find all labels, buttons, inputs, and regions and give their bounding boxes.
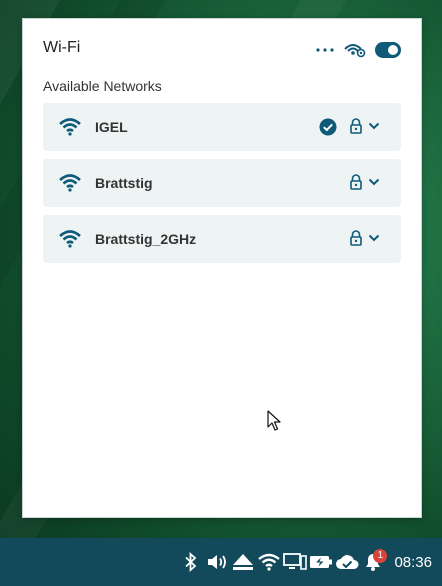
- chevron-down-icon[interactable]: [367, 231, 381, 245]
- notification-bell-icon[interactable]: 1: [360, 538, 388, 586]
- network-item-brattstig-2ghz[interactable]: Brattstig_2GHz: [43, 215, 401, 263]
- wifi-panel: Wi-Fi Available Networks IGEL Brattstig …: [22, 18, 422, 518]
- taskbar: 1 08:36: [0, 538, 442, 586]
- display-icon[interactable]: [282, 538, 308, 586]
- network-list: IGEL Brattstig Brattstig_2GHz: [43, 103, 401, 271]
- network-item-brattstig[interactable]: Brattstig: [43, 159, 401, 207]
- network-name: Brattstig: [95, 175, 153, 191]
- wifi-icon[interactable]: [256, 538, 282, 586]
- eject-icon[interactable]: [230, 538, 256, 586]
- cloud-check-icon[interactable]: [334, 538, 360, 586]
- lock-icon: [350, 118, 362, 134]
- header-actions: [315, 39, 401, 61]
- network-name: Brattstig_2GHz: [95, 231, 197, 247]
- chevron-down-icon[interactable]: [367, 119, 381, 133]
- mouse-cursor-icon: [267, 410, 281, 431]
- lock-icon: [350, 230, 362, 246]
- panel-header: Wi-Fi: [43, 39, 401, 61]
- available-networks-label: Available Networks: [43, 78, 162, 94]
- notification-count-badge: 1: [373, 549, 388, 563]
- bluetooth-icon[interactable]: [178, 538, 204, 586]
- wifi-settings-icon[interactable]: [343, 39, 367, 61]
- battery-icon[interactable]: [308, 538, 334, 586]
- lock-icon: [350, 174, 362, 190]
- wifi-toggle[interactable]: [375, 42, 401, 58]
- volume-icon[interactable]: [204, 538, 230, 586]
- network-item-igel[interactable]: IGEL: [43, 103, 401, 151]
- clock[interactable]: 08:36: [386, 554, 442, 571]
- network-name: IGEL: [95, 119, 128, 135]
- wifi-signal-icon: [59, 118, 81, 136]
- more-options-icon[interactable]: [315, 39, 335, 61]
- chevron-down-icon[interactable]: [367, 175, 381, 189]
- wifi-signal-icon: [59, 174, 81, 192]
- connected-check-icon: [319, 118, 337, 136]
- wifi-signal-icon: [59, 230, 81, 248]
- toggle-knob: [388, 45, 398, 55]
- panel-title: Wi-Fi: [43, 39, 81, 56]
- system-tray: 1 08:36: [178, 538, 442, 586]
